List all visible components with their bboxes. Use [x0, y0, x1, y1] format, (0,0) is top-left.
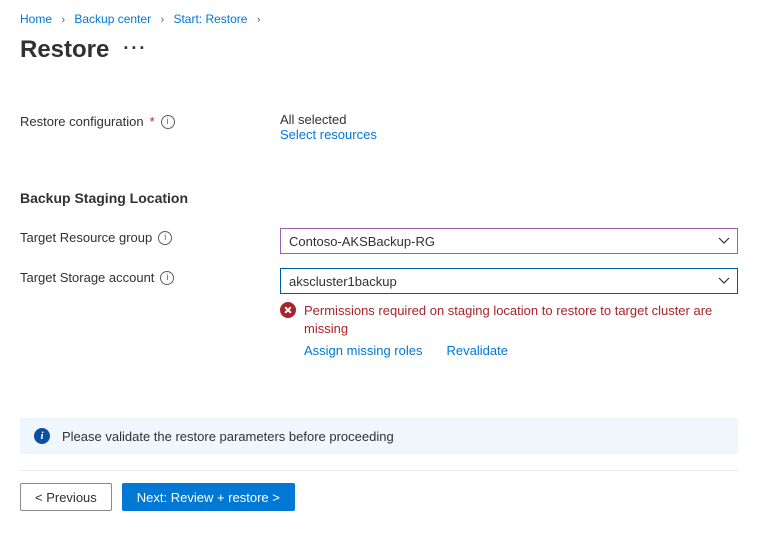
permissions-error-text: Permissions required on staging location… [304, 302, 738, 337]
target-storage-account-label: Target Storage account [20, 270, 154, 285]
error-icon [280, 302, 296, 318]
revalidate-link[interactable]: Revalidate [447, 343, 508, 358]
page-title: Restore [20, 36, 109, 64]
target-resource-group-select[interactable]: Contoso-AKSBackup-RG [280, 228, 738, 254]
info-icon[interactable]: i [161, 115, 175, 129]
chevron-right-icon: › [154, 14, 170, 26]
more-icon[interactable]: ··· [123, 39, 147, 57]
target-storage-account-row: Target Storage account i akscluster1back… [20, 268, 738, 358]
validation-notice: i Please validate the restore parameters… [20, 418, 738, 454]
previous-button[interactable]: < Previous [20, 483, 112, 511]
assign-missing-roles-link[interactable]: Assign missing roles [304, 343, 423, 358]
restore-configuration-value: All selected [280, 112, 738, 127]
info-icon[interactable]: i [160, 271, 174, 285]
target-resource-group-label: Target Resource group [20, 230, 152, 245]
next-review-restore-button[interactable]: Next: Review + restore > [122, 483, 295, 511]
target-storage-account-value: akscluster1backup [289, 274, 397, 289]
target-resource-group-value: Contoso-AKSBackup-RG [289, 234, 435, 249]
chevron-right-icon: › [55, 14, 71, 26]
info-icon[interactable]: i [158, 231, 172, 245]
restore-configuration-row: Restore configuration * i All selected S… [20, 112, 738, 142]
info-icon: i [34, 428, 50, 444]
breadcrumb: Home › Backup center › Start: Restore › [20, 8, 738, 26]
required-indicator: * [150, 114, 155, 129]
backup-staging-location-heading: Backup Staging Location [20, 190, 738, 206]
breadcrumb-backup-center[interactable]: Backup center [74, 12, 151, 26]
breadcrumb-home[interactable]: Home [20, 12, 52, 26]
chevron-right-icon: › [251, 14, 267, 26]
validation-notice-text: Please validate the restore parameters b… [62, 429, 394, 444]
target-resource-group-row: Target Resource group i Contoso-AKSBacku… [20, 228, 738, 254]
wizard-footer: < Previous Next: Review + restore > [20, 470, 738, 511]
restore-configuration-label: Restore configuration [20, 114, 144, 129]
target-storage-account-select[interactable]: akscluster1backup [280, 268, 738, 294]
select-resources-link[interactable]: Select resources [280, 127, 377, 142]
breadcrumb-start-restore[interactable]: Start: Restore [173, 12, 247, 26]
